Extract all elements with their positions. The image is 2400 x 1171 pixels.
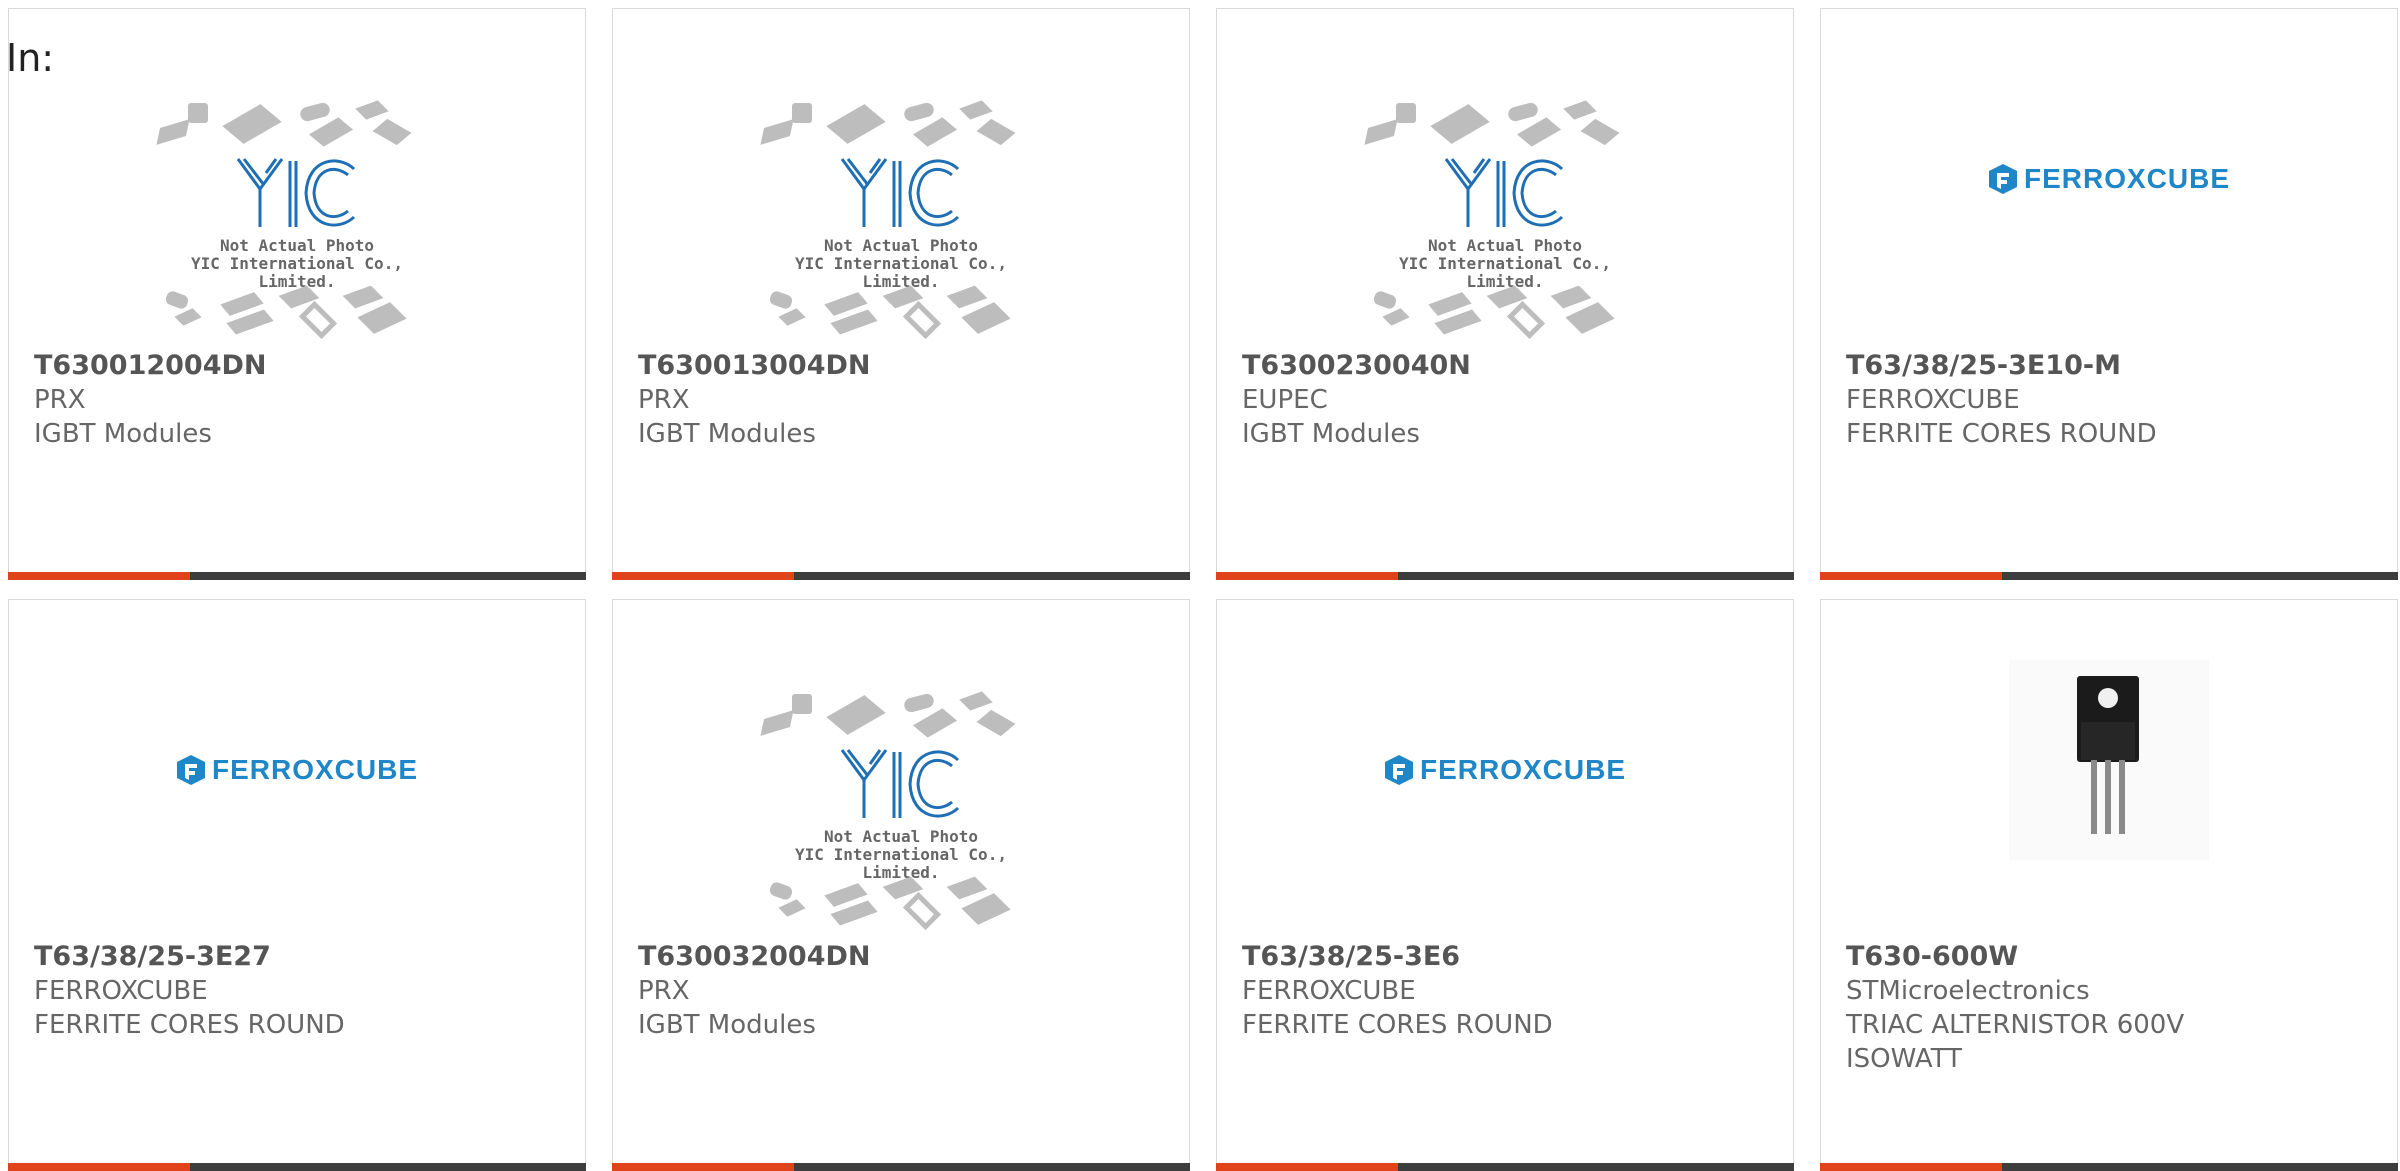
manufacturer: FERROXCUBE [1846,385,2020,415]
part-number[interactable]: T63/38/25-3E27 [34,940,565,974]
product-card[interactable]: T630-600W STMicroelectronics TRIAC ALTER… [1820,599,2398,1171]
yic-placeholder-image: Not Actual Photo YIC International Co., … [756,688,1046,940]
product-card[interactable]: Not Actual Photo YIC International Co., … [1216,8,1794,580]
placeholder-caption-line1: Not Actual Photo [823,236,979,255]
product-image[interactable]: Not Actual Photo YIC International Co., … [9,97,585,349]
manufacturer: FERROXCUBE [1242,976,1416,1006]
placeholder-caption-line2: YIC International Co., Limited. [795,254,1007,291]
description: IGBT Modules [638,419,816,449]
product-info: T6300230040N EUPEC IGBT Modules [1242,349,1773,451]
product-info: T630-600W STMicroelectronics TRIAC ALTER… [1846,940,2377,1076]
yic-placeholder-image: Not Actual Photo YIC International Co., … [1360,97,1650,349]
product-image[interactable]: FERROXCUBE [1821,69,2397,289]
ferroxcube-logo: FERROXCUBE [1988,163,2230,195]
card-accent-bar [1216,572,1794,580]
description: IGBT Modules [638,1010,816,1040]
card-accent-bar [8,1163,586,1171]
product-image[interactable]: FERROXCUBE [1217,660,1793,880]
part-number[interactable]: T63/38/25-3E6 [1242,940,1773,974]
yic-logo-icon [840,158,960,227]
part-number[interactable]: T6300230040N [1242,349,1773,383]
yic-placeholder-image: Not Actual Photo YIC International Co., … [756,97,1046,349]
ferroxcube-cube-icon [176,755,205,785]
product-card[interactable]: FERROXCUBE T63/38/25-3E27 FERROXCUBE FER… [8,599,586,1171]
product-image[interactable] [1821,650,2397,870]
description: FERRITE CORES ROUND [1846,419,2157,449]
product-card[interactable]: Not Actual Photo YIC International Co., … [612,8,1190,580]
product-info: T630013004DN PRX IGBT Modules [638,349,1169,451]
part-number[interactable]: T630032004DN [638,940,1169,974]
card-accent-bar [1820,1163,2398,1171]
product-card[interactable]: FERROXCUBE T63/38/25-3E6 FERROXCUBE FERR… [1216,599,1794,1171]
product-image[interactable]: Not Actual Photo YIC International Co., … [1217,97,1793,349]
product-info: T630032004DN PRX IGBT Modules [638,940,1169,1042]
manufacturer: FERROXCUBE [34,976,208,1006]
ferroxcube-logo: FERROXCUBE [1384,754,1626,786]
description: FERRITE CORES ROUND [34,1010,345,1040]
card-accent-bar [612,572,1190,580]
in-label: In: [6,36,55,80]
manufacturer: EUPEC [1242,385,1328,415]
yic-logo-icon [840,749,960,818]
product-grid: Not Actual Photo YIC International Co., … [8,8,2400,1171]
yic-placeholder-image: Not Actual Photo YIC International Co., … [152,97,442,349]
card-accent-bar [8,572,586,580]
card-accent-bar [1820,572,2398,580]
manufacturer: PRX [638,385,690,415]
product-image[interactable]: FERROXCUBE [9,660,585,880]
part-number[interactable]: T630012004DN [34,349,565,383]
card-accent-bar [1216,1163,1794,1171]
description: IGBT Modules [1242,419,1420,449]
description: FERRITE CORES ROUND [1242,1010,1553,1040]
product-info: T630012004DN PRX IGBT Modules [34,349,565,451]
product-info: T63/38/25-3E10-M FERROXCUBE FERRITE CORE… [1846,349,2377,451]
product-card[interactable]: FERROXCUBE T63/38/25-3E10-M FERROXCUBE F… [1820,8,2398,580]
placeholder-caption-line2: YIC International Co., Limited. [1399,254,1611,291]
ferroxcube-cube-icon [1384,755,1413,785]
product-image[interactable]: Not Actual Photo YIC International Co., … [613,688,1189,940]
yic-logo-icon [236,158,356,227]
product-card[interactable]: Not Actual Photo YIC International Co., … [8,8,586,580]
yic-logo-icon [1444,158,1564,227]
description: TRIAC ALTERNISTOR 600V ISOWATT [1846,1010,2185,1074]
product-info: T63/38/25-3E27 FERROXCUBE FERRITE CORES … [34,940,565,1042]
part-number[interactable]: T630-600W [1846,940,2377,974]
part-number[interactable]: T630013004DN [638,349,1169,383]
manufacturer: STMicroelectronics [1846,976,2090,1006]
ferroxcube-cube-icon [1988,164,2017,194]
card-accent-bar [612,1163,1190,1171]
ferroxcube-logo: FERROXCUBE [176,754,418,786]
manufacturer: PRX [638,976,690,1006]
placeholder-caption-line2: YIC International Co., Limited. [795,845,1007,882]
part-number[interactable]: T63/38/25-3E10-M [1846,349,2377,383]
description: IGBT Modules [34,419,212,449]
placeholder-caption-line1: Not Actual Photo [1427,236,1583,255]
placeholder-caption-line1: Not Actual Photo [823,827,979,846]
manufacturer: PRX [34,385,86,415]
to220-transistor-photo [2009,660,2209,860]
product-image[interactable]: Not Actual Photo YIC International Co., … [613,97,1189,349]
placeholder-caption-line1: Not Actual Photo [219,236,375,255]
placeholder-caption-line2: YIC International Co., Limited. [191,254,403,291]
product-info: T63/38/25-3E6 FERROXCUBE FERRITE CORES R… [1242,940,1773,1042]
product-card[interactable]: Not Actual Photo YIC International Co., … [612,599,1190,1171]
